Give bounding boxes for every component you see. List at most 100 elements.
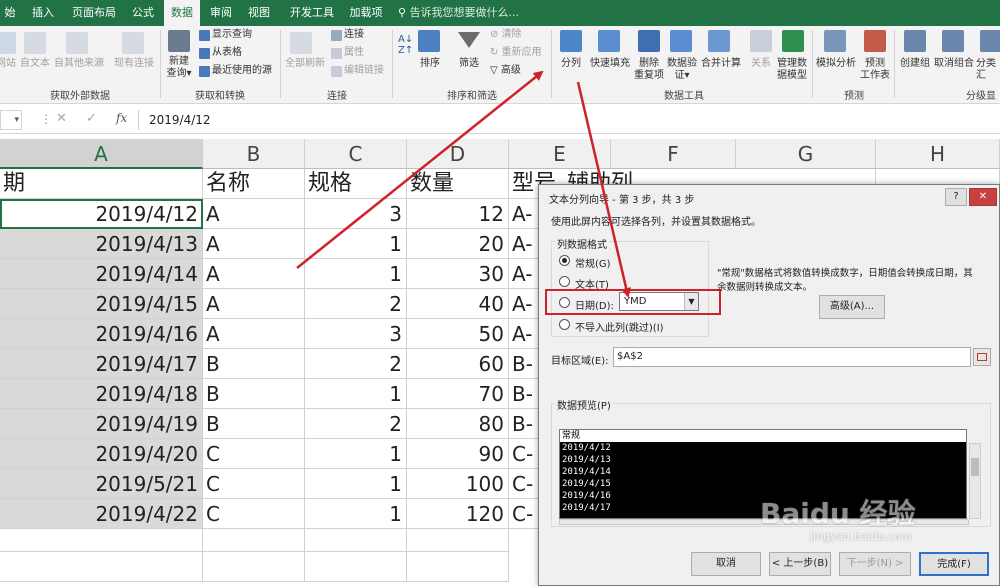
column-header-f[interactable]: F bbox=[611, 139, 736, 169]
tab-addins[interactable]: 加载项 bbox=[344, 0, 388, 26]
cell-empty[interactable] bbox=[203, 522, 305, 552]
preview-column-header[interactable]: 常规 bbox=[560, 430, 966, 442]
sort-button[interactable]: 排序 bbox=[416, 58, 444, 70]
cell-qty[interactable]: 80 bbox=[407, 409, 509, 439]
help-button[interactable]: ? bbox=[945, 188, 967, 206]
cell-model[interactable]: A- bbox=[509, 259, 539, 289]
existing-connections-button[interactable]: 现有连接 bbox=[110, 58, 158, 70]
column-header-e[interactable]: E bbox=[509, 139, 611, 169]
preview-vertical-scrollbar[interactable] bbox=[969, 443, 981, 519]
radio-general[interactable] bbox=[559, 255, 570, 266]
tab-insert[interactable]: 插入 bbox=[26, 0, 60, 26]
from-web-button[interactable]: 网站 bbox=[0, 58, 16, 70]
cell-spec[interactable]: 3 bbox=[305, 199, 407, 229]
ungroup-button[interactable]: 取消组合 bbox=[932, 58, 976, 70]
cell-qty[interactable]: 12 bbox=[407, 199, 509, 229]
cell-empty[interactable] bbox=[0, 552, 203, 582]
destination-input[interactable]: $A$2 bbox=[613, 347, 971, 367]
cell-qty[interactable]: 70 bbox=[407, 379, 509, 409]
properties-button[interactable]: 属性 bbox=[344, 47, 364, 59]
advanced-button[interactable]: 高级(A)... bbox=[819, 295, 885, 319]
new-query-button[interactable]: 新建 查询▾ bbox=[162, 56, 196, 80]
formula-input[interactable]: 2019/4/12 bbox=[138, 110, 1000, 130]
radio-general-label[interactable]: 常规(G) bbox=[575, 255, 611, 270]
cell-spec[interactable]: 1 bbox=[305, 439, 407, 469]
cell-date[interactable]: 2019/5/21 bbox=[0, 469, 203, 499]
back-button[interactable]: < 上一步(B) bbox=[769, 552, 831, 576]
cell-name[interactable]: C bbox=[203, 439, 305, 469]
cell-spec[interactable]: 1 bbox=[305, 469, 407, 499]
tab-developer[interactable]: 开发工具 bbox=[284, 0, 340, 26]
subtotal-button[interactable]: 分类汇 bbox=[976, 58, 1000, 82]
cancel-button[interactable]: 取消 bbox=[691, 552, 761, 576]
name-box-dropdown-icon[interactable]: ▾ bbox=[0, 110, 22, 130]
cell-spec[interactable]: 1 bbox=[305, 229, 407, 259]
cell-date[interactable]: 2019/4/15 bbox=[0, 289, 203, 319]
cell-model[interactable]: A- bbox=[509, 319, 539, 349]
cell-date[interactable]: 2019/4/13 bbox=[0, 229, 203, 259]
from-text-button[interactable]: 自文本 bbox=[18, 58, 52, 70]
data-preview[interactable]: 常规 2019/4/12 2019/4/13 2019/4/14 2019/4/… bbox=[559, 429, 967, 519]
data-validation-button[interactable]: 数据验 证▾ bbox=[666, 58, 698, 82]
cell-spec[interactable]: 1 bbox=[305, 259, 407, 289]
reapply-button[interactable]: ↻ 重新应用 bbox=[490, 47, 542, 59]
cell-name[interactable]: A bbox=[203, 289, 305, 319]
cell-date[interactable]: 2019/4/20 bbox=[0, 439, 203, 469]
cell-qty[interactable]: 90 bbox=[407, 439, 509, 469]
cell-header-qty[interactable]: 数量 bbox=[407, 169, 509, 199]
cell-header-spec[interactable]: 规格 bbox=[305, 169, 407, 199]
preview-horizontal-scrollbar[interactable] bbox=[559, 519, 969, 525]
scrollbar-thumb[interactable] bbox=[971, 458, 979, 476]
recent-sources-button[interactable]: 最近使用的源 bbox=[212, 65, 272, 77]
consolidate-button[interactable]: 合并计算 bbox=[698, 58, 744, 70]
finish-button[interactable]: 完成(F) bbox=[919, 552, 989, 576]
cell-qty[interactable]: 50 bbox=[407, 319, 509, 349]
cell-date[interactable]: 2019/4/14 bbox=[0, 259, 203, 289]
cell-name[interactable]: A bbox=[203, 259, 305, 289]
cell-spec[interactable]: 3 bbox=[305, 319, 407, 349]
cell-name[interactable]: A bbox=[203, 319, 305, 349]
cell-qty[interactable]: 20 bbox=[407, 229, 509, 259]
radio-skip-label[interactable]: 不导入此列(跳过)(I) bbox=[575, 319, 664, 334]
cell-spec[interactable]: 2 bbox=[305, 289, 407, 319]
cell-spec[interactable]: 2 bbox=[305, 409, 407, 439]
radio-text[interactable] bbox=[559, 276, 570, 287]
tab-formulas[interactable]: 公式 bbox=[128, 0, 158, 26]
advanced-filter-button[interactable]: ▽ 高级 bbox=[490, 65, 521, 77]
column-header-b[interactable]: B bbox=[203, 139, 305, 169]
forecast-sheet-button[interactable]: 预测 工作表 bbox=[858, 58, 892, 82]
cell-date[interactable]: 2019/4/19 bbox=[0, 409, 203, 439]
text-to-columns-button[interactable]: 分列 bbox=[556, 58, 586, 70]
cell-spec[interactable]: 2 bbox=[305, 349, 407, 379]
flash-fill-button[interactable]: 快速填充 bbox=[588, 58, 632, 70]
column-header-d[interactable]: D bbox=[407, 139, 509, 169]
cancel-icon[interactable]: ✕ bbox=[56, 111, 67, 126]
tab-review[interactable]: 审阅 bbox=[206, 0, 236, 26]
tab-home[interactable]: 始 bbox=[0, 0, 20, 26]
cell-date[interactable]: 2019/4/16 bbox=[0, 319, 203, 349]
relationships-button[interactable]: 关系 bbox=[746, 58, 776, 70]
tab-data[interactable]: 数据 bbox=[164, 0, 200, 26]
what-if-analysis-button[interactable]: 模拟分析 bbox=[814, 58, 858, 70]
cell-empty[interactable] bbox=[305, 552, 407, 582]
cell-model[interactable]: B- bbox=[509, 379, 539, 409]
sort-az-icon[interactable]: A↓ Z↑ bbox=[398, 34, 413, 56]
tab-view[interactable]: 视图 bbox=[244, 0, 274, 26]
column-header-h[interactable]: H bbox=[876, 139, 1000, 169]
tab-page-layout[interactable]: 页面布局 bbox=[66, 0, 122, 26]
cell-spec[interactable]: 1 bbox=[305, 379, 407, 409]
clear-filter-button[interactable]: ⊘ 清除 bbox=[490, 29, 522, 41]
column-header-c[interactable]: C bbox=[305, 139, 407, 169]
connections-button[interactable]: 连接 bbox=[344, 29, 364, 41]
enter-icon[interactable]: ✓ bbox=[86, 111, 97, 126]
cell-empty[interactable] bbox=[203, 552, 305, 582]
cell-qty[interactable]: 60 bbox=[407, 349, 509, 379]
cell-model[interactable]: B- bbox=[509, 349, 539, 379]
column-header-a[interactable]: A bbox=[0, 139, 203, 169]
cell-qty[interactable]: 100 bbox=[407, 469, 509, 499]
cell-model[interactable]: A- bbox=[509, 199, 539, 229]
cell-date[interactable]: 2019/4/18 bbox=[0, 379, 203, 409]
filter-button[interactable]: 筛选 bbox=[454, 58, 484, 70]
close-button[interactable]: ✕ bbox=[969, 188, 997, 206]
cell-name[interactable]: C bbox=[203, 469, 305, 499]
